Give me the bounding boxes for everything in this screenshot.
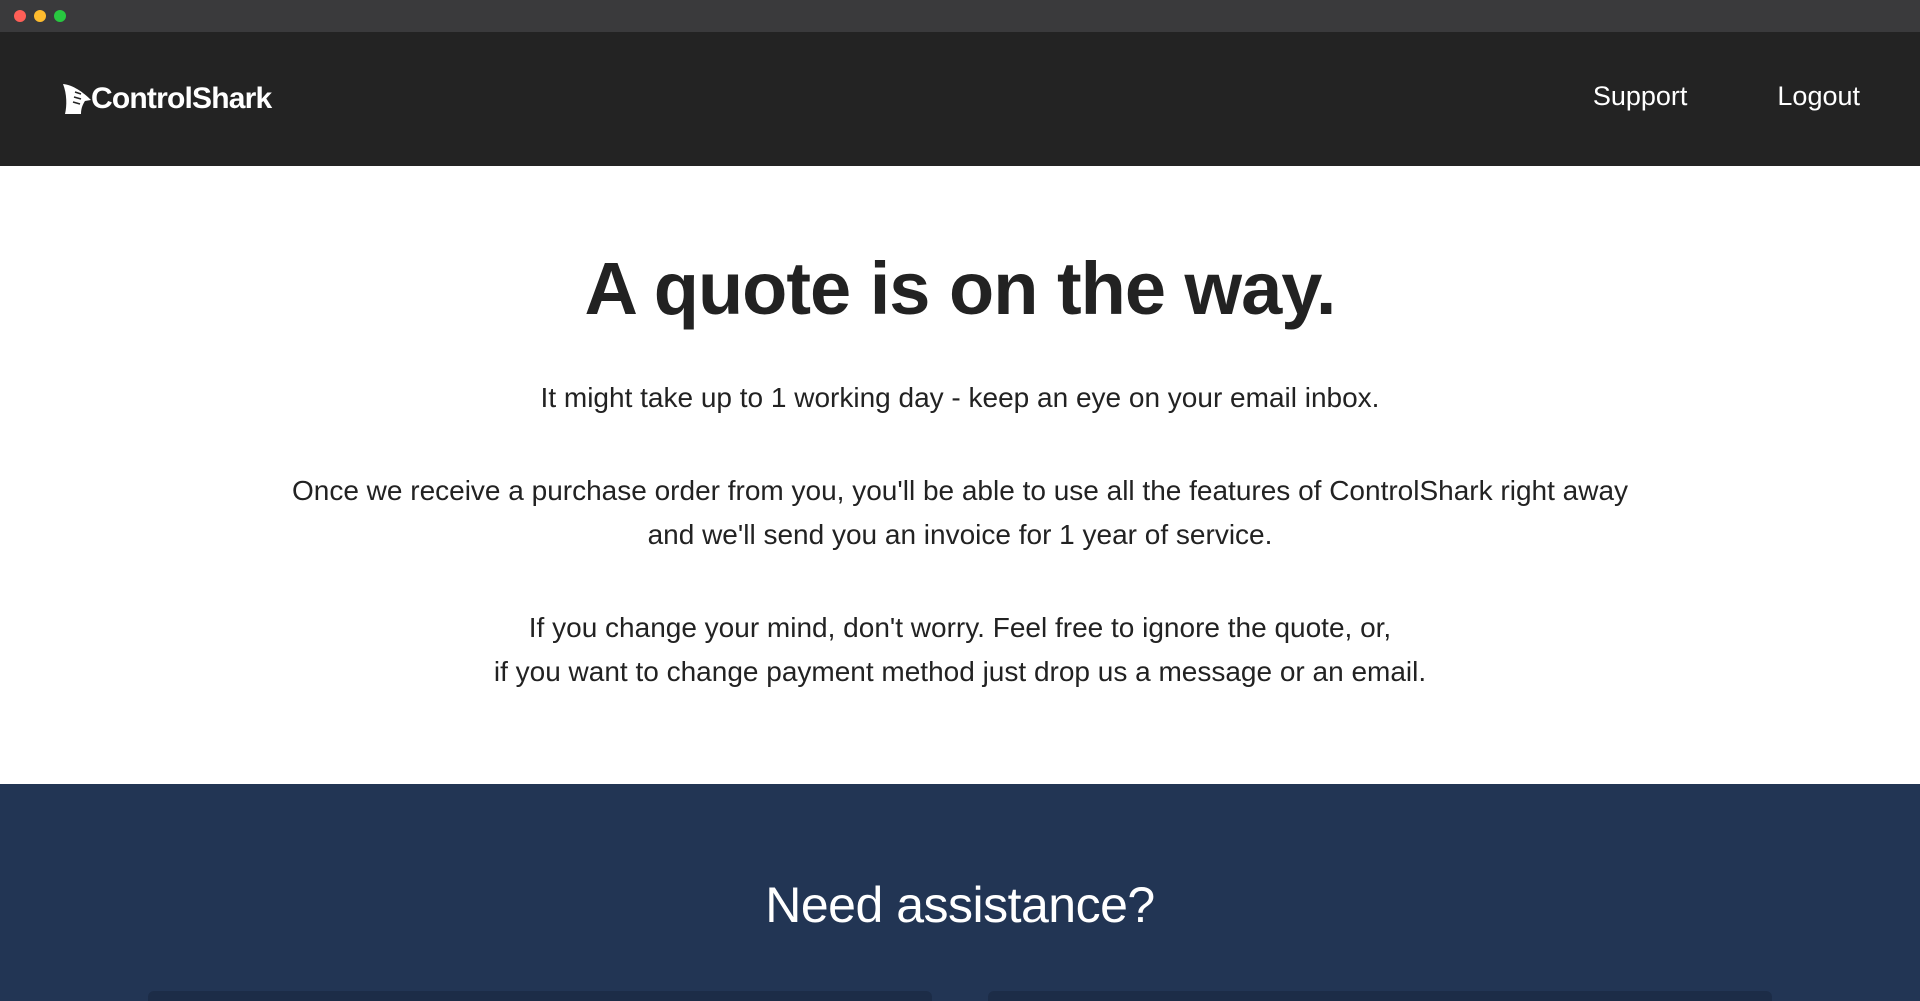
logo-text: ControlShark — [91, 82, 272, 115]
assistance-title: Need assistance? — [765, 877, 1155, 933]
maximize-window-button[interactable] — [54, 10, 66, 22]
purchase-order-info: Once we receive a purchase order from yo… — [0, 469, 1920, 557]
logo-link[interactable]: ControlShark — [61, 82, 272, 116]
top-nav: Support Logout — [1593, 81, 1860, 112]
change-mind-line-2: if you want to change payment method jus… — [493, 656, 1427, 687]
purchase-order-line-1: Once we receive a purchase order from yo… — [291, 475, 1629, 506]
page-title: A quote is on the way. — [584, 247, 1337, 330]
support-link[interactable]: Support — [1593, 81, 1688, 112]
window-titlebar — [0, 0, 1920, 32]
close-window-button[interactable] — [14, 10, 26, 22]
purchase-order-line-2: and we'll send you an invoice for 1 year… — [647, 519, 1273, 550]
assistance-card-left[interactable] — [148, 991, 932, 1001]
change-mind-info: If you change your mind, don't worry. Fe… — [0, 606, 1920, 694]
quote-confirmation-section: A quote is on the way. It might take up … — [0, 166, 1920, 784]
logout-link[interactable]: Logout — [1777, 81, 1860, 112]
shark-fin-icon — [61, 82, 95, 116]
assistance-card-right[interactable] — [988, 991, 1772, 1001]
minimize-window-button[interactable] — [34, 10, 46, 22]
working-day-notice: It might take up to 1 working day - keep… — [540, 382, 1380, 413]
assistance-section: Need assistance? — [0, 784, 1920, 1001]
site-header: ControlShark Support Logout — [0, 32, 1920, 166]
change-mind-line-1: If you change your mind, don't worry. Fe… — [528, 612, 1392, 643]
